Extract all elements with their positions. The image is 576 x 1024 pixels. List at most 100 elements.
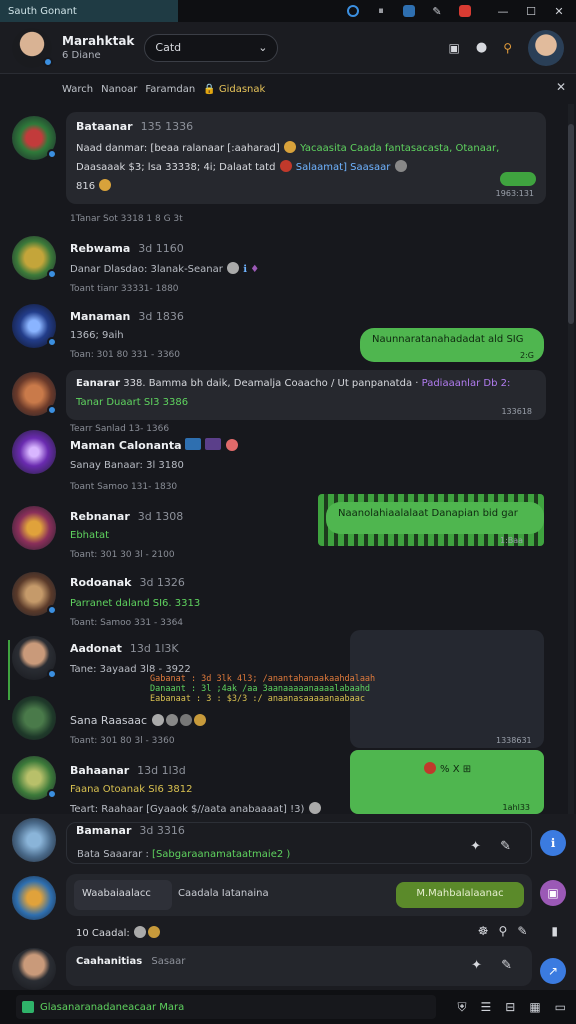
app-icon[interactable] bbox=[402, 4, 416, 18]
active-indicator bbox=[8, 640, 10, 700]
avatar[interactable] bbox=[12, 636, 57, 680]
send-button[interactable]: M.Mahbalalaanac bbox=[396, 882, 524, 908]
subnav-item[interactable]: Warch bbox=[62, 84, 93, 95]
avatar[interactable] bbox=[12, 876, 56, 920]
channel-select[interactable]: Catd ⌄ bbox=[144, 33, 279, 62]
bell-icon[interactable]: ● bbox=[476, 40, 487, 55]
input-chip[interactable]: Waabaiaalacc bbox=[74, 880, 172, 910]
message-text: Parranet daland SI6. 3313 bbox=[70, 598, 201, 609]
reply-box[interactable]: Bata Saaarar : [Sabgaraanamataatmaie2 ) … bbox=[66, 822, 532, 864]
message-bubble-outgoing: % X ⊞ 1ahl33 bbox=[350, 750, 544, 814]
sender-name: Rodoanak 3d 1326 bbox=[70, 576, 185, 589]
composer-thread: Bamanar 3d 3316 Bata Saaarar : [Sabgaraan… bbox=[0, 814, 576, 872]
avatar[interactable] bbox=[12, 236, 57, 280]
message: Bataanar 135 1336 Naad danmar: [beaa rala… bbox=[0, 112, 560, 224]
header-actions: ▣ ● ⚲ bbox=[449, 29, 564, 66]
titlebar: Sauth Gonant ⏸ ✎ — ☐ ✕ bbox=[0, 0, 576, 22]
avatar[interactable] bbox=[12, 372, 57, 416]
record-icon[interactable] bbox=[458, 4, 472, 18]
user-avatar[interactable] bbox=[528, 29, 564, 66]
message-time: 1:Baa bbox=[500, 536, 524, 545]
pause-icon[interactable]: ⏸ bbox=[374, 4, 388, 18]
message-bubble-outgoing: Naanolahiaalalaat Danapian bid gar bbox=[326, 502, 544, 534]
calendar-icon[interactable]: ▦ bbox=[529, 1000, 540, 1015]
contact-info[interactable]: Marahktak 6 Diane bbox=[62, 34, 134, 61]
input-box[interactable]: Caahanitias Sasaar ✦ ✎ bbox=[66, 946, 532, 986]
avatar[interactable] bbox=[12, 696, 56, 740]
image-icon[interactable]: ▣ bbox=[449, 41, 460, 55]
online-indicator bbox=[43, 56, 53, 67]
sparkle-icon[interactable]: ✦ bbox=[471, 958, 482, 973]
message-text: Tanar Duaart SI3 3386 bbox=[76, 397, 189, 408]
subnav-item[interactable]: Faramdan bbox=[145, 84, 195, 95]
sender-name: Manaman 3d 1836 bbox=[70, 310, 184, 323]
input-label: Caahanitias Sasaar bbox=[76, 956, 186, 967]
message-bubble: Eanarar 338. Bamma bh daik, Deamalja Coa… bbox=[66, 370, 546, 420]
send-icon[interactable]: ↗ bbox=[540, 958, 566, 984]
message-bubble: Bataanar 135 1336 Naad danmar: [beaa rala… bbox=[66, 112, 546, 204]
message: Sana Raasaac Toant: 301 80 3l - 3360 bbox=[0, 694, 560, 750]
tool-icon[interactable]: ✎ bbox=[430, 4, 444, 18]
message-list[interactable]: Bataanar 135 1336 Naad danmar: [beaa rala… bbox=[0, 104, 566, 814]
list-icon[interactable]: ☰ bbox=[480, 1000, 491, 1015]
circle-o-icon[interactable] bbox=[346, 4, 360, 18]
composer-caption: 10 Caadal: bbox=[76, 926, 161, 939]
edit-icon[interactable]: ✎ bbox=[501, 958, 512, 973]
subnav-highlight[interactable]: 🔒 Gidasnak bbox=[203, 84, 265, 95]
close-icon[interactable]: ✕ bbox=[552, 4, 566, 18]
message-input[interactable]: Waabaiaalacc Caadala Iatanaina M.Mahbala… bbox=[66, 874, 532, 916]
avatar[interactable] bbox=[12, 506, 56, 550]
chat-icon[interactable]: ▭ bbox=[555, 1000, 566, 1015]
bottom-bar: Glasanaranadaneacaar Mara ⛨ ☰ ⊟ ▦ ▭ bbox=[0, 990, 576, 1024]
info-button[interactable]: ℹ bbox=[540, 830, 566, 856]
message-meta: Toant: 301 80 3l - 3360 bbox=[70, 736, 175, 746]
subnav-highlight-label: Gidasnak bbox=[218, 84, 266, 95]
avatar[interactable] bbox=[12, 756, 57, 800]
message-meta: Toant Samoo 131- 1830 bbox=[70, 482, 178, 492]
message-text: Danar Dlasdao: 3lanak-Seanar ℹ ♦ bbox=[70, 262, 260, 275]
scrollbar-thumb[interactable] bbox=[568, 124, 574, 324]
minimize-icon[interactable]: — bbox=[496, 4, 510, 18]
sender-name: Rebnanar 3d 1308 bbox=[70, 510, 184, 523]
bottom-input-text: Glasanaranadaneacaar Mara bbox=[40, 1001, 185, 1013]
close-icon[interactable]: ✕ bbox=[556, 80, 566, 94]
avatar[interactable] bbox=[12, 572, 57, 616]
message: Manaman 3d 1836 1366; 9aih Toan: 301 80 3… bbox=[0, 302, 560, 368]
sender-name: Rebwama 3d 1160 bbox=[70, 242, 184, 255]
avatar[interactable] bbox=[12, 430, 56, 474]
pen-icon[interactable]: ✎ bbox=[517, 924, 527, 938]
message-text: Faana Otoanak SI6 3812 bbox=[70, 784, 193, 795]
number-icon[interactable]: ⊟ bbox=[505, 1000, 515, 1015]
emoji-button[interactable]: ▣ bbox=[540, 880, 566, 906]
sparkle-icon[interactable]: ✦ bbox=[470, 839, 481, 854]
message-time: 1963:131 bbox=[495, 189, 534, 198]
avatar[interactable] bbox=[12, 27, 53, 68]
pin-icon[interactable]: ⚲ bbox=[499, 924, 508, 938]
bug-icon[interactable]: ☸ bbox=[478, 924, 489, 938]
message-meta: 1Tanar Sot 3318 1 8 G 3t bbox=[70, 214, 183, 224]
titlebar-icons: ⏸ ✎ — ☐ ✕ bbox=[346, 4, 576, 18]
pin-icon[interactable]: ⚲ bbox=[503, 41, 512, 55]
subnav: Warch Nanoar Faramdan 🔒 Gidasnak bbox=[62, 84, 265, 95]
toolbar-icons: ☸ ⚲ ✎ ▮ bbox=[478, 924, 558, 938]
avatar[interactable] bbox=[12, 818, 56, 862]
message: Rodoanak 3d 1326 Parranet daland SI6. 331… bbox=[0, 572, 560, 634]
edit-icon[interactable]: ✎ bbox=[500, 839, 511, 854]
message-text: Naad danmar: [beaa ralanaar [:aaharad] Y… bbox=[76, 141, 500, 154]
scrollbar[interactable] bbox=[568, 104, 574, 814]
message-text: 1366; 9aih bbox=[70, 330, 124, 341]
shield-icon[interactable]: ⛨ bbox=[457, 1000, 466, 1015]
avatar[interactable] bbox=[12, 304, 57, 348]
message-meta: Toan: 301 80 331 - 3360 bbox=[70, 350, 180, 360]
maximize-icon[interactable]: ☐ bbox=[524, 4, 538, 18]
message-meta: Toant: Samoo 331 - 3364 bbox=[70, 618, 184, 628]
subnav-item[interactable]: Nanoar bbox=[101, 84, 137, 95]
avatar[interactable] bbox=[12, 948, 56, 990]
code-line: Danaant : 3l ;4ak /aa 3aanaaaaanaaaalaba… bbox=[150, 684, 371, 694]
bookmark-icon[interactable]: ▮ bbox=[551, 924, 558, 938]
message: Maman Calonanta Sanay Banaar: 3l 3180 To… bbox=[0, 430, 560, 494]
message-time: 133618 bbox=[501, 407, 532, 416]
bottom-input[interactable]: Glasanaranadaneacaar Mara bbox=[16, 995, 436, 1019]
avatar[interactable] bbox=[12, 116, 57, 160]
message-meta: Toant tianr 33331- 1880 bbox=[70, 284, 179, 294]
